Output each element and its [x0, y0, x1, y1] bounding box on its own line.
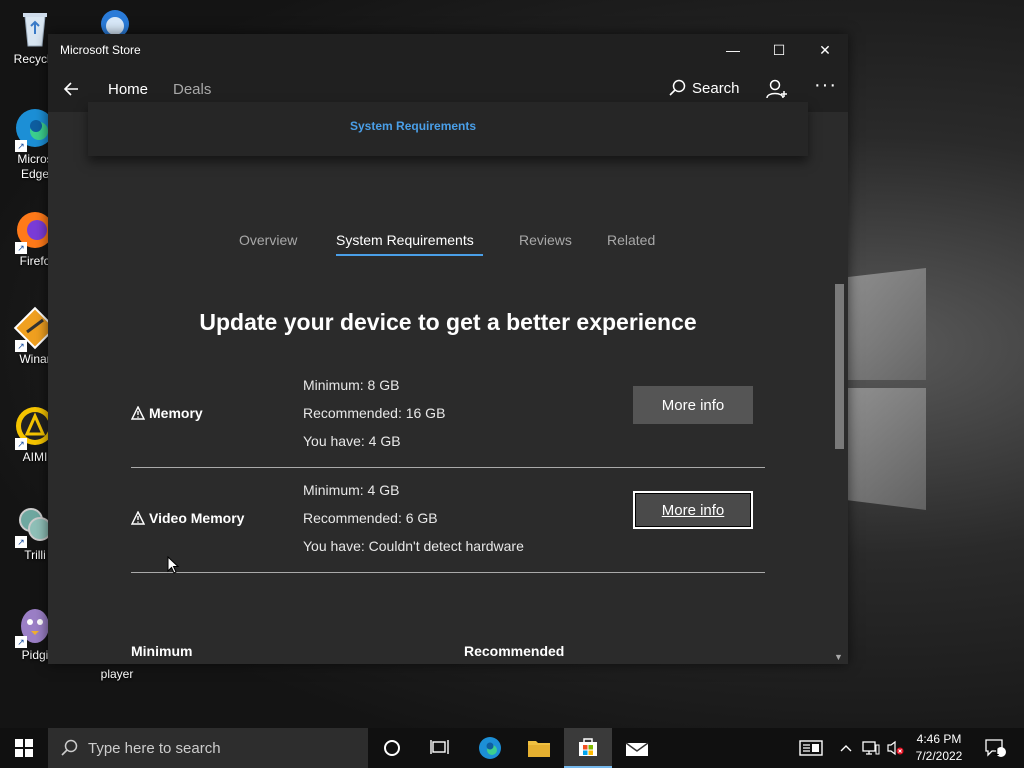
tab-related[interactable]: Related	[607, 232, 655, 248]
tab-reviews[interactable]: Reviews	[519, 232, 572, 248]
tab-deals[interactable]: Deals	[173, 81, 211, 98]
shortcut-arrow-icon: ↗	[15, 242, 27, 254]
store-icon	[579, 738, 597, 756]
minimum-value: Minimum: 8 GB	[303, 377, 400, 393]
divider	[131, 467, 765, 468]
requirement-name: Memory	[131, 405, 203, 421]
warning-icon	[131, 511, 145, 525]
account-button[interactable]	[765, 77, 789, 101]
back-arrow-icon	[63, 82, 78, 96]
search-label: Search	[692, 79, 740, 97]
maximize-button[interactable]: ☐	[756, 34, 802, 66]
windows-start-icon	[15, 739, 33, 757]
window-title: Microsoft Store	[60, 43, 141, 57]
shortcut-arrow-icon: ↗	[15, 438, 27, 450]
recommended-column-header: Recommended	[464, 643, 565, 659]
tab-overview[interactable]: Overview	[239, 232, 297, 248]
tab-home[interactable]: Home	[108, 81, 148, 98]
title-bar: Microsoft Store — ☐ ✕	[48, 34, 848, 66]
news-icon	[799, 740, 823, 756]
network-button[interactable]	[860, 728, 882, 768]
cortana-button[interactable]	[368, 728, 416, 768]
taskbar-edge[interactable]	[466, 728, 514, 768]
mail-icon	[625, 742, 649, 756]
taskbar-microsoft-store[interactable]	[564, 728, 612, 768]
network-icon	[862, 741, 880, 755]
search-button[interactable]: Search	[668, 79, 740, 97]
close-button[interactable]: ✕	[802, 34, 848, 66]
minimum-value: Minimum: 4 GB	[303, 482, 400, 498]
shortcut-arrow-icon: ↗	[15, 140, 27, 152]
requirement-label: Memory	[149, 405, 203, 421]
tab-system-requirements-indicator	[336, 254, 483, 256]
volume-muted-icon	[887, 740, 904, 756]
more-info-button[interactable]: More info	[633, 386, 753, 424]
vertical-scrollbar[interactable]: ▼	[831, 112, 848, 664]
recommended-value: Recommended: 16 GB	[303, 405, 446, 421]
folder-icon	[528, 741, 550, 757]
scroll-down-icon[interactable]: ▼	[834, 652, 843, 662]
desktop-icon-label: player	[100, 667, 134, 681]
chevron-up-icon	[840, 745, 852, 752]
windows-logo-wallpaper	[848, 258, 928, 513]
divider	[131, 572, 765, 573]
requirement-name: Video Memory	[131, 510, 244, 526]
clock-time: 4:46 PM	[916, 732, 962, 746]
shortcut-arrow-icon: ↗	[15, 536, 27, 548]
requirement-row-video-memory: Video Memory Minimum: 4 GB Recommended: …	[131, 476, 765, 581]
recommended-value: Recommended: 6 GB	[303, 510, 438, 526]
requirement-row-memory: Memory Minimum: 8 GB Recommended: 16 GB …	[131, 371, 765, 476]
shortcut-arrow-icon: ↗	[15, 340, 27, 352]
user-add-icon	[766, 79, 787, 99]
minimum-column-header: Minimum	[131, 643, 193, 659]
product-header-card: System Requirements	[88, 102, 808, 156]
minimize-icon: —	[726, 42, 740, 58]
requirement-specs: Minimum: 8 GB Recommended: 16 GB You hav…	[303, 371, 445, 455]
action-center-button[interactable]: 1	[980, 728, 1010, 768]
task-view-icon	[430, 740, 449, 754]
desktop-icon-player[interactable]: player	[82, 667, 152, 682]
task-view-button[interactable]	[416, 728, 464, 768]
taskbar-search-placeholder: Type here to search	[88, 739, 221, 757]
taskbar-file-explorer[interactable]	[515, 728, 563, 768]
taskbar: Type here to search 4:46 PM 7/2/2022 1	[0, 728, 1024, 768]
search-icon	[61, 739, 78, 756]
more-options-button[interactable]: ···	[814, 74, 837, 97]
requirement-specs: Minimum: 4 GB Recommended: 6 GB You have…	[303, 476, 524, 560]
cortana-icon	[384, 740, 400, 756]
start-button[interactable]	[0, 728, 48, 768]
back-button[interactable]	[58, 75, 86, 103]
news-widget-button[interactable]	[796, 728, 826, 768]
system-clock[interactable]: 4:46 PM 7/2/2022	[904, 731, 974, 765]
system-requirements-link[interactable]: System Requirements	[350, 119, 476, 133]
shortcut-arrow-icon: ↗	[15, 636, 27, 648]
more-info-button[interactable]: More info	[633, 491, 753, 529]
product-subtabs: Overview System Requirements Reviews Rel…	[48, 232, 831, 262]
tab-system-requirements[interactable]: System Requirements	[336, 232, 474, 248]
scrollbar-thumb[interactable]	[835, 284, 844, 449]
warning-icon	[131, 406, 145, 420]
mouse-cursor-icon	[167, 556, 179, 574]
taskbar-search-box[interactable]: Type here to search	[48, 728, 368, 768]
edge-icon	[479, 737, 501, 759]
clock-date: 7/2/2022	[915, 749, 963, 763]
show-hidden-icons-button[interactable]	[836, 728, 856, 768]
notification-count: 1	[994, 747, 1000, 757]
page-headline: Update your device to get a better exper…	[199, 309, 697, 335]
product-page-content: System Requirements Overview System Requ…	[48, 102, 831, 664]
minimize-button[interactable]: —	[710, 34, 756, 66]
you-have-value: You have: 4 GB	[303, 433, 401, 449]
you-have-value: You have: Couldn't detect hardware	[303, 538, 524, 554]
close-icon: ✕	[819, 41, 831, 58]
maximize-icon: ☐	[772, 41, 786, 58]
volume-button[interactable]	[884, 728, 906, 768]
taskbar-mail[interactable]	[613, 728, 661, 768]
search-icon	[669, 79, 686, 96]
requirement-label: Video Memory	[149, 510, 245, 526]
